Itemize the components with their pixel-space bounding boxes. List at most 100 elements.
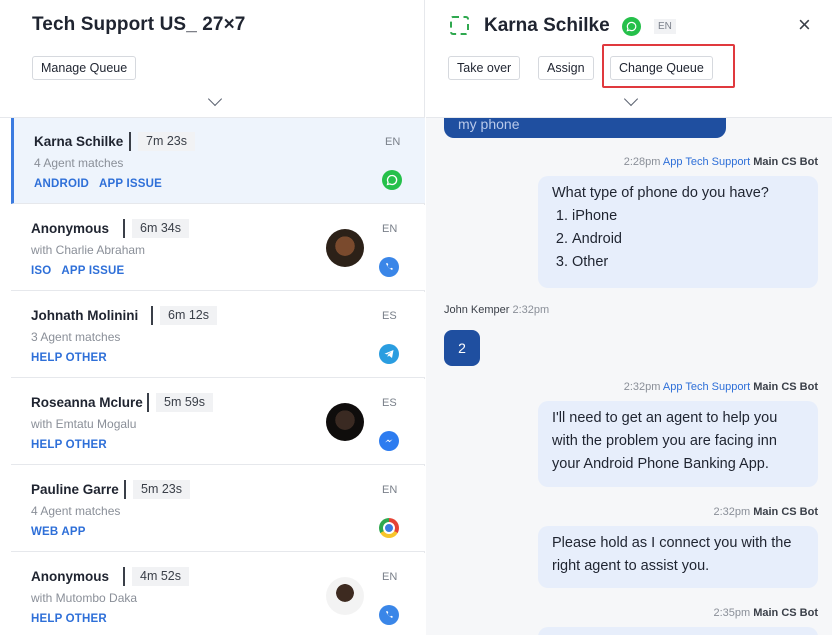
avatar — [326, 403, 364, 441]
manage-queue-button[interactable]: Manage Queue — [32, 56, 137, 80]
message-source[interactable]: App Tech Support — [663, 381, 750, 393]
tag: HELP OTHER — [31, 613, 107, 625]
tag: HELP OTHER — [31, 439, 107, 451]
tag: APP ISSUE — [99, 178, 162, 190]
contact-name: Anonymous — [31, 221, 110, 236]
message-text: What type of phone do you have? — [552, 185, 769, 201]
divider — [129, 132, 131, 151]
conversation-item[interactable]: Pauline Garre 5m 23s 4 Agent matches WEB… — [11, 466, 425, 552]
wait-timer: 6m 34s — [132, 219, 189, 238]
tag: HELP OTHER — [31, 352, 107, 364]
queue-title: Tech Support US_ 27×7 — [32, 14, 246, 35]
messenger-icon — [379, 431, 399, 451]
message-meta: 2:32pm Main CS Bot — [713, 506, 818, 518]
conversation-list-panel: Tech Support US_ 27×7 Manage Queue Karna… — [0, 0, 425, 635]
tag-list: HELP OTHER — [31, 352, 114, 364]
contact-name: Roseanna Mclure — [31, 395, 143, 410]
divider — [124, 480, 126, 499]
language-badge: EN — [654, 19, 676, 34]
contact-card-icon — [450, 16, 469, 35]
message-time: 2:32pm — [512, 304, 550, 316]
conversation-item[interactable]: Johnath Molinini 6m 12s 3 Agent matches … — [11, 292, 425, 378]
wait-timer: 6m 12s — [160, 306, 217, 325]
conversation-item[interactable]: Karna Schilke 7m 23s 4 Agent matches AND… — [11, 118, 425, 204]
viber-icon — [379, 257, 399, 277]
conversation-subtitle: 3 Agent matches — [31, 330, 121, 344]
language-badge: ES — [382, 310, 397, 322]
message-time: 2:32pm — [713, 506, 751, 518]
contact-name: Karna Schilke — [484, 15, 610, 36]
message-time: 2:35pm — [713, 607, 751, 619]
bot-message-bubble: I'll need to get an agent to help you wi… — [538, 401, 818, 487]
tag-list: ANDROID APP ISSUE — [34, 178, 169, 190]
tag-list: HELP OTHER — [31, 439, 114, 451]
divider — [147, 393, 149, 412]
option-item: iPhone — [572, 205, 804, 228]
chevron-down-icon[interactable] — [623, 91, 639, 107]
language-badge: EN — [382, 223, 398, 235]
conversation-subtitle: with Charlie Abraham — [31, 243, 146, 257]
conversation-subtitle: 4 Agent matches — [31, 504, 121, 518]
conversation-item[interactable]: Anonymous 6m 34s with Charlie Abraham IS… — [11, 205, 425, 291]
tag: ANDROID — [34, 178, 90, 190]
language-badge: EN — [382, 571, 398, 583]
option-list: iPhone Android Other — [572, 205, 804, 274]
option-item: Other — [572, 251, 804, 274]
tag-list: HELP OTHER — [31, 613, 114, 625]
conversation-subtitle: with Mutombo Daka — [31, 591, 138, 605]
conversation-item[interactable]: Anonymous 4m 52s with Mutombo Daka HELP … — [11, 553, 425, 635]
wait-timer: 5m 23s — [133, 480, 190, 499]
divider — [123, 219, 125, 238]
contact-name: Anonymous — [31, 569, 110, 584]
tag: ISO — [31, 265, 52, 277]
message-time: 2:28pm — [623, 156, 661, 168]
message-sender: Main CS Bot — [753, 156, 818, 168]
contact-name: Johnath Molinini — [31, 308, 139, 323]
divider — [123, 567, 125, 586]
wait-timer: 4m 52s — [132, 567, 189, 586]
message-meta: John Kemper 2:32pm — [444, 304, 549, 316]
message-time: 2:32pm — [623, 381, 661, 393]
divider — [151, 306, 153, 325]
whatsapp-icon — [622, 17, 641, 36]
wait-timer: 7m 23s — [138, 132, 195, 151]
chat-transcript[interactable]: my phone 2:28pm App Tech Support Main CS… — [426, 118, 832, 635]
close-icon[interactable]: × — [798, 14, 811, 36]
user-message-bubble: my phone — [444, 118, 726, 138]
chrome-icon — [379, 518, 399, 538]
avatar — [326, 229, 364, 267]
whatsapp-icon — [382, 170, 402, 190]
assign-button[interactable]: Assign — [538, 56, 594, 80]
conversation-subtitle: with Emtatu Mogalu — [31, 417, 137, 431]
take-over-button[interactable]: Take over — [448, 56, 521, 80]
tag-list: WEB APP — [31, 526, 93, 538]
language-badge: ES — [382, 397, 397, 409]
message-sender: Main CS Bot — [753, 506, 818, 518]
chevron-down-icon[interactable] — [207, 91, 223, 107]
message-sender: John Kemper — [444, 304, 510, 316]
highlight-box — [602, 44, 735, 88]
tag: APP ISSUE — [61, 265, 125, 277]
viber-icon — [379, 605, 399, 625]
wait-timer: 5m 59s — [156, 393, 213, 412]
contact-name: Pauline Garre — [31, 482, 119, 497]
conversation-subtitle: 4 Agent matches — [34, 156, 124, 170]
tag: WEB APP — [31, 526, 86, 538]
message-meta: 2:35pm Main CS Bot — [713, 607, 818, 619]
conversation-item[interactable]: Roseanna Mclure 5m 59s with Emtatu Mogal… — [11, 379, 425, 465]
language-badge: EN — [385, 136, 401, 148]
message-sender: Main CS Bot — [753, 607, 818, 619]
user-message-bubble: 2 — [444, 330, 480, 366]
message-sender: Main CS Bot — [753, 381, 818, 393]
contact-name: Karna Schilke — [34, 134, 124, 149]
message-meta: 2:32pm App Tech Support Main CS Bot — [624, 381, 818, 393]
message-meta: 2:28pm App Tech Support Main CS Bot — [624, 156, 818, 168]
language-badge: EN — [382, 484, 398, 496]
bot-message-bubble: Please hold as I connect you with the ri… — [538, 526, 818, 588]
option-item: Android — [572, 228, 804, 251]
telegram-icon — [379, 344, 399, 364]
message-source[interactable]: App Tech Support — [663, 156, 750, 168]
conversation-detail-panel: my phone 2:28pm App Tech Support Main CS… — [426, 0, 832, 635]
tag-list: ISO APP ISSUE — [31, 265, 131, 277]
avatar — [326, 577, 364, 615]
